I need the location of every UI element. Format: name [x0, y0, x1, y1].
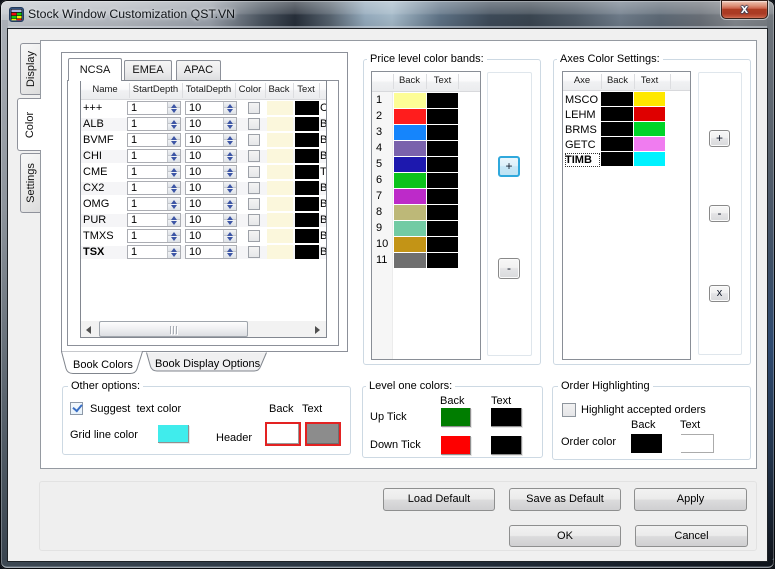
svg-text:Book Display Options: Book Display Options [155, 358, 261, 370]
svg-text:Book Colors: Book Colors [73, 359, 133, 371]
